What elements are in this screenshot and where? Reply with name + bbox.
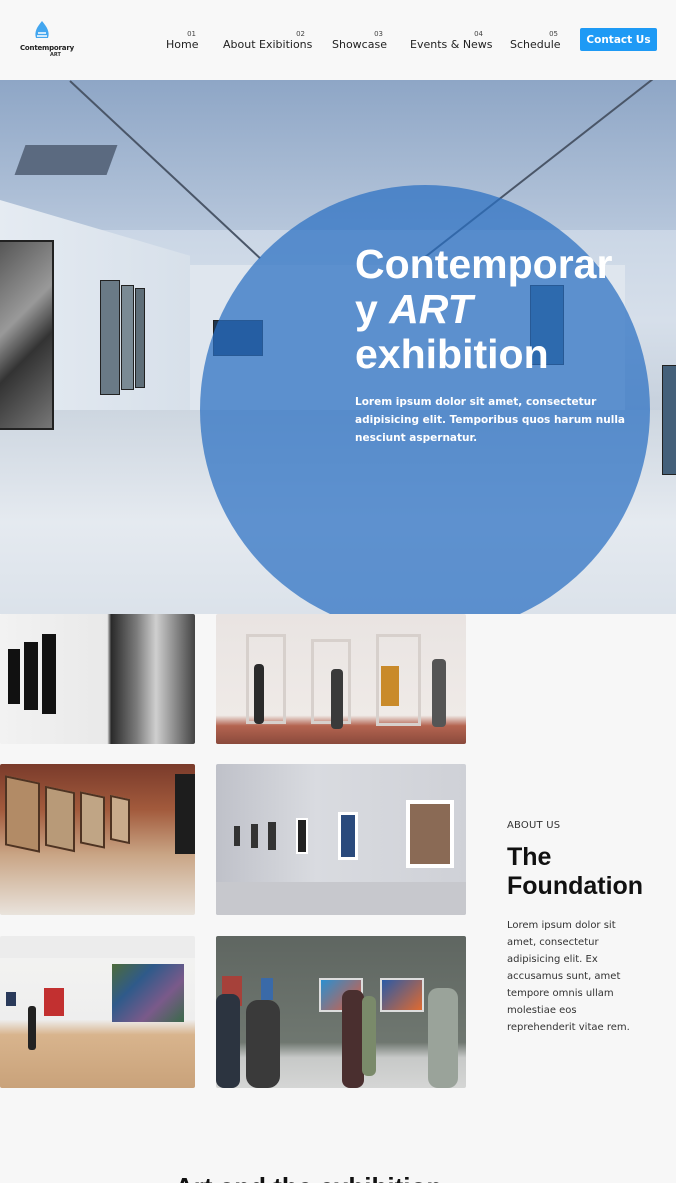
hero-artwork — [100, 280, 120, 395]
gallery-photo[interactable] — [216, 764, 466, 915]
framed-art — [338, 812, 358, 860]
framed-art — [110, 794, 130, 845]
about-body: Lorem ipsum dolor sit amet, consectetur … — [507, 920, 630, 1033]
framed-art — [5, 775, 40, 853]
nav-label: Home — [166, 38, 199, 51]
nav-home[interactable]: 01 Home — [166, 30, 199, 54]
nav-label: Schedule — [510, 38, 561, 51]
visitor — [254, 664, 264, 724]
nav-events-news[interactable]: 04 Events & News — [410, 30, 493, 54]
nav-number: 04 — [474, 30, 483, 38]
hero-title-line1: Contemporar — [355, 241, 613, 287]
framed-art — [44, 988, 64, 1016]
nav-label: Showcase — [332, 38, 387, 51]
nav-label: About Exibitions — [223, 38, 313, 51]
framed-art — [234, 826, 240, 846]
hero-section: Contemporar y ART exhibition Lorem ipsum… — [0, 80, 676, 614]
gallery-photo[interactable] — [0, 936, 195, 1088]
ceiling-vent — [14, 145, 118, 175]
visitor — [331, 669, 343, 729]
framed-art — [380, 978, 424, 1012]
framed-art — [24, 642, 38, 710]
visitor — [428, 988, 458, 1088]
about-title: The Foundation — [507, 843, 644, 900]
nav-showcase[interactable]: 03 Showcase — [332, 30, 387, 54]
section-heading: Art and the exhibition — [175, 1172, 442, 1183]
framed-art — [251, 824, 258, 848]
framed-art — [80, 791, 105, 849]
nav-about-exhibitions[interactable]: 02 About Exibitions — [223, 30, 312, 54]
hero-title: Contemporar y ART exhibition — [355, 242, 635, 377]
nav-number: 03 — [374, 30, 383, 38]
framed-art — [246, 634, 286, 724]
hero-artwork — [121, 285, 134, 390]
framed-art — [42, 634, 56, 714]
visitor — [432, 659, 446, 727]
ceiling — [0, 936, 195, 958]
gallery-photo[interactable] — [216, 614, 466, 744]
logo-icon — [35, 21, 49, 38]
logo-text: Contemporary — [20, 44, 74, 52]
framed-art — [296, 818, 308, 854]
framed-art — [8, 649, 20, 704]
logo[interactable]: Contemporary ART — [20, 20, 74, 60]
visitor — [362, 996, 376, 1076]
visitor — [342, 990, 364, 1088]
site-header: Contemporary ART 01 Home 02 About Exibit… — [0, 0, 676, 80]
doorway — [175, 774, 195, 854]
hero-artwork — [662, 365, 676, 475]
contact-us-button[interactable]: Contact Us — [580, 28, 657, 51]
hero-title-art: ART — [389, 286, 473, 332]
nav-number: 02 — [296, 30, 305, 38]
nav-label: Events & News — [410, 38, 493, 51]
nav-number: 05 — [549, 30, 558, 38]
gallery-photo[interactable] — [0, 764, 195, 915]
floor — [216, 882, 466, 915]
framed-art — [45, 785, 75, 853]
visitor — [246, 1000, 280, 1088]
gallery-photo[interactable] — [216, 936, 466, 1088]
visitor — [216, 994, 240, 1088]
about-eyebrow: ABOUT US — [507, 820, 561, 831]
hero-description: Lorem ipsum dolor sit amet, consectetur … — [355, 396, 626, 444]
logo-subtext: ART — [50, 52, 61, 58]
nav-number: 01 — [187, 30, 196, 38]
framed-art — [112, 964, 184, 1022]
gallery-photo[interactable] — [0, 614, 195, 744]
framed-art — [268, 822, 276, 850]
hero-title-line3: exhibition — [355, 331, 549, 377]
framed-art — [261, 978, 273, 1000]
hero-title-y: y — [355, 286, 390, 332]
framed-art — [406, 800, 454, 868]
hero-artwork — [0, 240, 54, 430]
nav-schedule[interactable]: 05 Schedule — [510, 30, 561, 54]
visitor — [28, 1006, 36, 1050]
framed-art — [381, 666, 399, 706]
framed-art — [6, 992, 16, 1006]
hero-artwork — [135, 288, 145, 388]
